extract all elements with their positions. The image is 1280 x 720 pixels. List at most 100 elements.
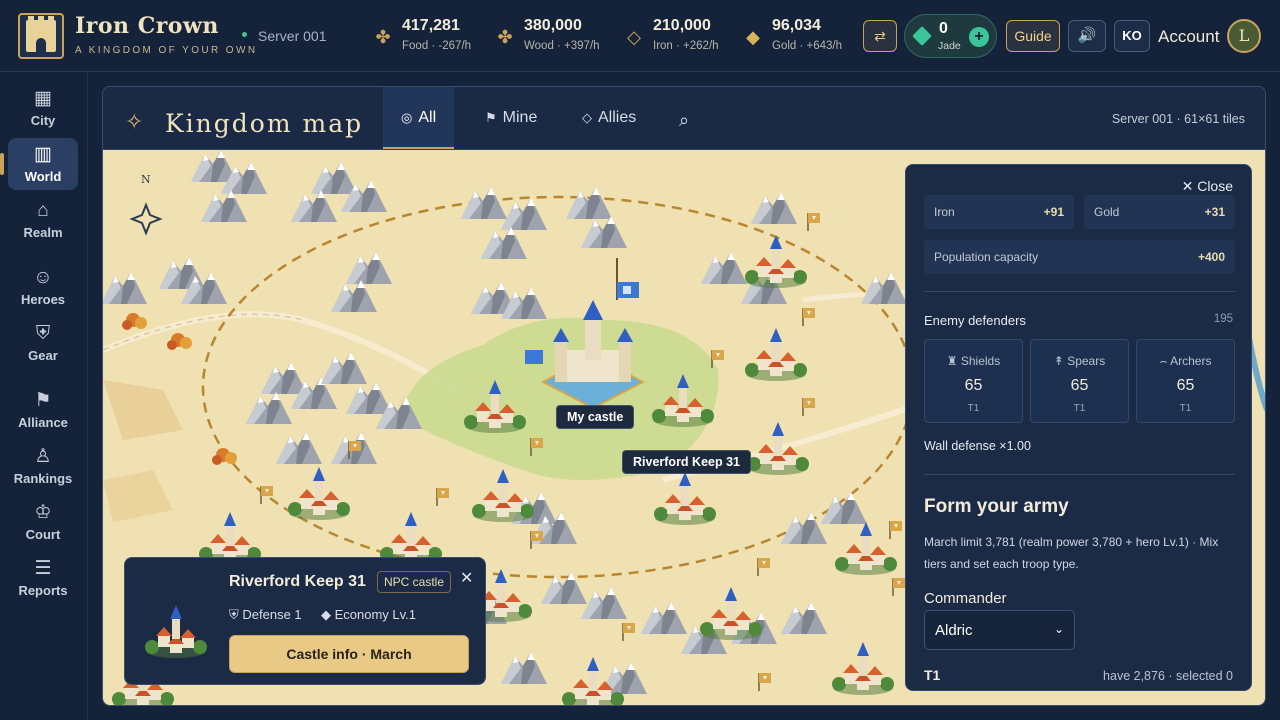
castle-info-popup: Riverford Keep 31 NPC castle ✕ ⛨ Defense… <box>124 557 486 685</box>
brand-title: Iron Crown <box>75 13 219 39</box>
troop-card-archers: ⌢ Archers 65 T1 <box>1136 339 1235 423</box>
map-icon: ▥ <box>34 144 52 165</box>
resource-label: Food · -267/h <box>402 40 472 52</box>
troop-name: ♜ Shields <box>946 354 1001 368</box>
sidebar: ▦ City ▥ World ⌂ Realm ☺ Heroes ⛨ Gear ⚑… <box>0 72 88 720</box>
troop-card-shields: ♜ Shields 65 T1 <box>924 339 1023 423</box>
bonus-value: +31 <box>1204 205 1225 219</box>
sidebar-item-court[interactable]: ♔ Court <box>8 496 78 548</box>
tile-info: Server 001 · 61×61 tiles <box>1111 112 1245 126</box>
sidebar-item-heroes[interactable]: ☺ Heroes <box>8 261 78 313</box>
diamond-icon: ◆ <box>321 607 335 622</box>
spear-icon: ↟ <box>1053 354 1064 368</box>
troop-name: ⌢ Archers <box>1159 354 1212 368</box>
add-jade-button[interactable]: + <box>969 27 989 47</box>
popup-castle-name: Riverford Keep 31 <box>229 573 366 590</box>
iron-icon: ◇ <box>627 27 641 47</box>
castle-thumbnail <box>145 605 207 658</box>
commander-select[interactable]: Aldric ⌄ <box>924 610 1075 650</box>
exchange-button[interactable]: ⇄ <box>863 20 897 52</box>
close-icon[interactable]: ✕ <box>460 568 473 588</box>
bonus-value: +91 <box>1043 205 1064 219</box>
npc-badge: NPC castle <box>377 571 452 593</box>
tab-all[interactable]: ◎ All <box>383 87 455 149</box>
tier-label: T1 <box>924 667 941 683</box>
sidebar-item-alliance[interactable]: ⚑ Alliance <box>8 384 78 436</box>
jade-value: 0 <box>939 20 948 37</box>
brand-subtitle: A KINGDOM OF YOUR OWN <box>75 45 258 56</box>
chevron-down-icon: ⌄ <box>1053 622 1064 636</box>
close-button[interactable]: ✕ Close <box>1182 178 1233 195</box>
resource-gold: ◆ 96,034 Gold · +643/h <box>742 16 852 56</box>
tab-allies[interactable]: ◇ Allies <box>564 87 654 149</box>
top-bar: Iron Crown A KINGDOM OF YOUR OWN Server … <box>0 0 1280 72</box>
resource-label: Gold · +643/h <box>772 40 843 52</box>
my-castle-label[interactable]: My castle <box>556 405 635 429</box>
resource-value: 210,000 <box>653 17 711 34</box>
tab-label: Allies <box>598 109 637 126</box>
sidebar-item-label: Realm <box>23 225 63 240</box>
commander-label: Commander <box>924 590 1007 607</box>
active-indicator <box>0 153 4 175</box>
resource-value: 417,281 <box>402 17 460 34</box>
divider <box>924 474 1235 475</box>
sound-toggle-button[interactable]: 🔊 <box>1068 20 1106 52</box>
sidebar-item-label: City <box>30 113 56 128</box>
gold-icon: ◆ <box>746 27 760 47</box>
divider <box>924 291 1235 292</box>
sidebar-item-world[interactable]: ▥ World <box>8 138 78 190</box>
shield-icon: ⛨ <box>35 323 51 344</box>
page-title: Kingdom map <box>165 109 364 138</box>
bonus-value: +400 <box>1197 250 1225 264</box>
search-icon[interactable]: ⌕ <box>679 110 689 131</box>
sidebar-item-label: Reports <box>18 583 68 598</box>
bonus-row: Gold +31 <box>1084 195 1235 229</box>
crown-icon: ♔ <box>34 502 52 523</box>
jade-balance: 0 Jade + <box>904 14 997 58</box>
tier-availability: have 2,876 · selected 0 <box>1103 669 1233 683</box>
shield-icon: ⛨ <box>229 607 243 622</box>
resource-label: Iron · +262/h <box>653 40 719 52</box>
sidebar-item-city[interactable]: ▦ City <box>8 82 78 134</box>
castle-detail-panel: ✕ Close Iron +91 Gold +31 Population cap… <box>905 164 1252 691</box>
bow-icon: ⌢ <box>1159 354 1168 368</box>
selected-castle-label[interactable]: Riverford Keep 31 <box>622 450 751 474</box>
commander-value: Aldric <box>935 622 973 639</box>
resource-food: ✤ 417,281 Food · -267/h <box>372 16 482 56</box>
defenders-total: 195 <box>1213 313 1233 325</box>
city-icon: ▦ <box>34 88 52 109</box>
bonus-row: Population capacity +400 <box>924 240 1235 274</box>
troop-tier: T1 <box>1179 403 1192 414</box>
economy-stat: ◆ Economy Lv.1 <box>321 607 416 623</box>
rankings-icon: ♙ <box>34 446 52 467</box>
shield-troop-icon: ♜ <box>946 354 958 368</box>
sidebar-item-label: Heroes <box>20 292 66 307</box>
reports-icon: ☰ <box>34 558 52 579</box>
language-button[interactable]: KO <box>1114 20 1150 52</box>
avatar[interactable]: L <box>1227 19 1261 53</box>
compass-icon: ✧ <box>125 109 144 134</box>
tab-mine[interactable]: ⚑ Mine <box>467 87 555 149</box>
wall-defense: Wall defense ×1.00 <box>924 439 1031 453</box>
jade-gem-icon <box>912 26 932 46</box>
diamond-icon: ◇ <box>582 110 592 125</box>
bank-icon: ⌂ <box>37 200 49 221</box>
compass-north-label: N <box>141 173 151 186</box>
sidebar-item-label: Rankings <box>13 471 73 486</box>
sidebar-item-realm[interactable]: ⌂ Realm <box>8 194 78 246</box>
troop-count: 65 <box>1070 377 1089 394</box>
resource-value: 96,034 <box>772 17 821 34</box>
wood-icon: ✤ <box>497 27 513 47</box>
sidebar-item-reports[interactable]: ☰ Reports <box>8 552 78 604</box>
flag-icon: ⚑ <box>34 390 52 411</box>
troop-tier: T1 <box>1073 403 1086 414</box>
castle-info-march-button[interactable]: Castle info · March <box>229 635 469 673</box>
sidebar-item-gear[interactable]: ⛨ Gear <box>8 317 78 369</box>
account-link[interactable]: Account <box>1158 27 1219 47</box>
speaker-icon: 🔊 <box>1077 27 1097 44</box>
sidebar-item-rankings[interactable]: ♙ Rankings <box>8 440 78 492</box>
sidebar-item-label: World <box>24 169 62 184</box>
sidebar-item-label: Gear <box>28 348 58 363</box>
close-icon: ✕ <box>1181 178 1198 194</box>
guide-button[interactable]: Guide <box>1006 20 1060 52</box>
